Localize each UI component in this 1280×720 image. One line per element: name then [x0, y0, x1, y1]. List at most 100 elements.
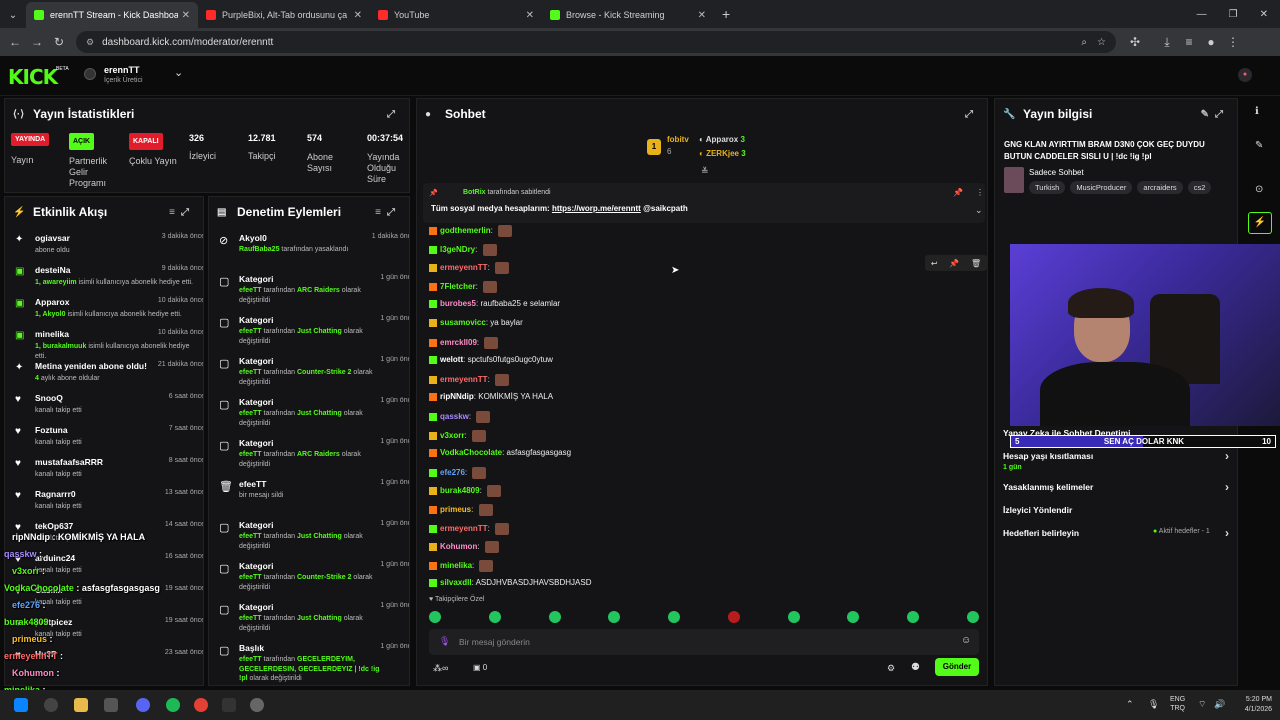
chat-username[interactable]: efe276 — [440, 468, 465, 477]
network-icon[interactable]: ⌔ — [1198, 699, 1206, 710]
chat-username[interactable]: emrckll09 — [440, 338, 477, 347]
top-gifter-3[interactable]: ◐ ZERKjee 3 — [699, 149, 746, 158]
tray-chevron-icon[interactable]: ⌃ — [1126, 699, 1134, 710]
language-indicator[interactable]: ENG TRQ — [1170, 695, 1185, 713]
new-tab-button[interactable]: + — [722, 6, 730, 22]
extensions-icon[interactable]: ✣ — [1124, 35, 1146, 49]
stream-tag[interactable]: arcraiders — [1137, 181, 1183, 194]
chat-popout-icon[interactable]: ⤢ — [965, 109, 979, 120]
category-thumbnail[interactable] — [1004, 167, 1024, 193]
chat-message[interactable]: Kohumon: — [429, 541, 499, 554]
chat-message[interactable]: ripNNdip: KOMİKMİŞ YA HALA — [429, 392, 553, 401]
emote-button[interactable] — [488, 611, 501, 623]
emote-button[interactable] — [787, 611, 800, 623]
chat-username[interactable]: welott — [440, 355, 463, 364]
reading-list-icon[interactable]: ≡ — [1178, 35, 1200, 49]
file-explorer-icon[interactable] — [74, 698, 88, 712]
target-icon[interactable]: ⊙ — [1255, 184, 1263, 195]
moderation-item-actor[interactable]: efeeTT — [239, 369, 262, 376]
pin-message-icon[interactable]: 📌 — [949, 259, 959, 268]
chat-username[interactable]: primeus — [440, 505, 471, 514]
moderation-item-actor[interactable]: RaufBaba25 — [239, 246, 279, 253]
moderation-item-actor[interactable]: efeeTT — [239, 574, 262, 581]
browser-tab[interactable]: erennTT Stream - Kick Dashboa ✕ — [26, 2, 198, 28]
banned-words-row[interactable]: Yasaklanmış kelimeler › — [1003, 480, 1229, 494]
expand-arrow-icon[interactable]: ≚ — [701, 166, 709, 177]
mod-filter-icon[interactable]: ≡⤢ — [375, 207, 401, 218]
notification-icon[interactable]: ● — [1238, 68, 1252, 82]
chat-username[interactable]: burak4809 — [440, 487, 480, 496]
activity-item-name[interactable]: Foztuna — [35, 425, 68, 435]
download-icon[interactable]: ⤓ — [1156, 35, 1178, 50]
top-gifter-1[interactable]: fobitv — [667, 135, 689, 144]
chat-username[interactable]: l3geNDry — [440, 245, 475, 254]
chat-username[interactable]: ermeyennTT — [440, 263, 488, 272]
chat-username[interactable]: godthemerlin — [440, 226, 491, 235]
tab-search-icon[interactable]: ⌄ — [0, 2, 26, 28]
emote-button[interactable] — [429, 611, 441, 623]
chat-message[interactable]: godthemerlin: — [429, 225, 513, 237]
chat-username[interactable]: ripNNdip — [440, 392, 474, 401]
emote-button[interactable] — [668, 611, 681, 623]
obs-icon[interactable] — [250, 698, 264, 712]
bookmark-star-icon[interactable]: ☆ — [1097, 37, 1106, 48]
forward-icon[interactable]: → — [26, 35, 48, 49]
pinned-menu-icon[interactable]: ⋮ — [976, 188, 984, 197]
spotify-icon[interactable] — [166, 698, 180, 712]
moderation-item-actor[interactable]: efeeTT — [239, 451, 262, 458]
chat-username[interactable]: silvaxdll — [440, 578, 472, 587]
chat-username[interactable]: ermeyennTT — [440, 375, 488, 384]
chat-message[interactable]: qasskw: — [429, 411, 491, 423]
bot-icon[interactable]: ⚉ — [911, 662, 920, 673]
site-info-icon[interactable]: ⚙ — [86, 37, 94, 48]
send-button[interactable]: Gönder — [935, 658, 979, 676]
chat-message[interactable]: VodkaChocolate: asfasgfasgasgasg — [429, 448, 571, 457]
chat-username[interactable]: qasskw — [440, 412, 469, 421]
moderation-item-actor[interactable]: efeeTT — [239, 533, 262, 540]
edit-icon[interactable]: ✎⤢ — [1201, 109, 1229, 120]
popout-icon[interactable]: ⤢ — [387, 109, 401, 120]
pinned-expand-icon[interactable]: ⌄ — [975, 205, 983, 216]
emote-button[interactable] — [727, 611, 740, 623]
emote-button[interactable] — [966, 611, 979, 623]
chat-message[interactable]: susamovicc: ya baylar — [429, 318, 523, 327]
activity-item-name[interactable]: minelika — [35, 329, 69, 339]
app-icon[interactable] — [104, 698, 118, 712]
chat-username[interactable]: v3xorr — [440, 431, 464, 440]
pencil-icon[interactable]: ✎ — [1255, 140, 1263, 151]
clock[interactable]: 5:20 PM 4/1/2026 — [1232, 695, 1272, 715]
tab-close-icon[interactable]: ✕ — [698, 10, 706, 21]
browser-tab[interactable]: Browse - Kick Streaming ✕ — [542, 2, 714, 28]
mic-tray-icon[interactable]: 🎙 — [1148, 699, 1159, 710]
chat-username[interactable]: burobes5 — [440, 299, 476, 308]
activity-item-name[interactable]: desteiNa — [35, 265, 70, 275]
chat-message[interactable]: l3geNDry: — [429, 243, 497, 256]
moderation-item-actor[interactable]: efeeTT — [239, 328, 262, 335]
minimize-icon[interactable]: — — [1197, 9, 1207, 20]
chat-username[interactable]: 7Fletcher — [440, 282, 476, 291]
emote-button[interactable] — [548, 611, 561, 623]
moderation-item-actor[interactable]: efeeTT — [239, 410, 262, 417]
chat-message[interactable]: 7Fletcher: — [429, 280, 498, 293]
delete-icon[interactable]: 🗑 — [971, 259, 981, 268]
emote-button[interactable] — [907, 611, 920, 623]
browser-menu-icon[interactable]: ⋮ — [1222, 35, 1244, 49]
chat-message[interactable]: efe276: — [429, 466, 487, 479]
restore-icon[interactable]: ❐ — [1229, 9, 1238, 20]
chat-username[interactable]: susamovicc — [440, 318, 486, 327]
chat-username[interactable]: minelika — [440, 561, 472, 570]
moderation-item-actor[interactable]: efeeTT — [239, 656, 262, 663]
chat-username[interactable]: Kohumon — [440, 542, 477, 551]
category-name[interactable]: Sadece Sohbet — [1029, 168, 1084, 177]
activity-item-name[interactable]: mustafaafsaRRR — [35, 457, 103, 467]
tab-close-icon[interactable]: ✕ — [182, 10, 190, 21]
browser-tab[interactable]: PurpleBixi, Alt-Tab ordusunu ça ✕ — [198, 2, 370, 28]
moderation-item-actor[interactable]: efeeTT — [239, 287, 262, 294]
chat-message[interactable]: emrckll09: — [429, 336, 499, 349]
activity-item-name[interactable]: Apparox — [35, 297, 69, 307]
app-icon-2[interactable] — [222, 698, 236, 712]
account-age-row[interactable]: Hesap yaşı kısıtlaması 1 gün › — [1003, 449, 1229, 471]
emoji-icon[interactable]: ☺ — [961, 635, 971, 646]
moderation-item-actor[interactable]: efeeTT — [239, 615, 262, 622]
activity-item-name[interactable]: tekOp637 — [35, 521, 73, 531]
